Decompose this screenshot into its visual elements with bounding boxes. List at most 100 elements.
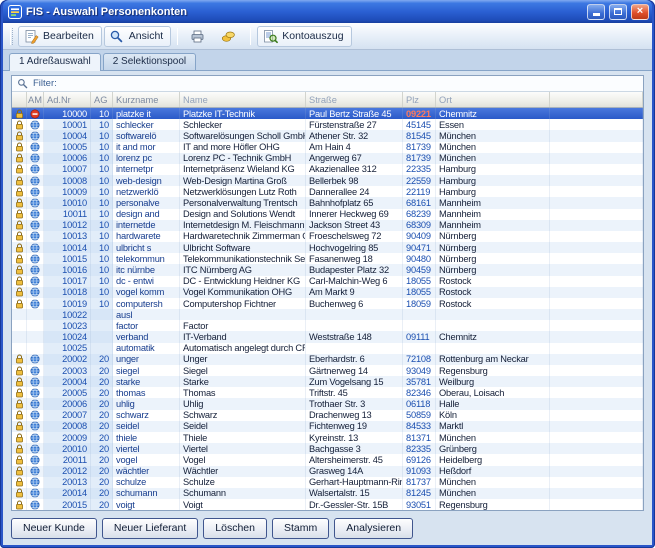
- cell-am: [27, 488, 44, 499]
- table-row[interactable]: 10012 10 internetde Internetdesign M. Fl…: [12, 220, 643, 231]
- globe-icon: [30, 120, 40, 130]
- lock-icon: [15, 142, 24, 152]
- cell-lock: [12, 231, 27, 242]
- kontoauszug-button[interactable]: Kontoauszug: [257, 26, 351, 47]
- column-header-adnr[interactable]: Ad.Nr: [44, 92, 91, 107]
- table-row[interactable]: 10015 10 telekommun Telekommunikationste…: [12, 253, 643, 264]
- table-row[interactable]: 10008 10 web-design Web-Design Martina G…: [12, 175, 643, 186]
- table-row[interactable]: 10013 10 hardwarete Hardwaretechnik Zimm…: [12, 231, 643, 242]
- table-row[interactable]: 10019 10 computersh Computershop Fichtne…: [12, 298, 643, 309]
- cell-ort: München: [436, 142, 550, 153]
- stamm-button[interactable]: Stamm: [272, 518, 329, 539]
- close-button[interactable]: ×: [631, 4, 649, 20]
- table-row[interactable]: 20010 20 viertel Viertel Bachgasse 3 823…: [12, 443, 643, 454]
- table-row[interactable]: 20002 20 unger Unger Eberhardstr. 6 7210…: [12, 354, 643, 365]
- cell-am: [27, 231, 44, 242]
- bearbeiten-button[interactable]: Bearbeiten: [18, 26, 102, 47]
- table-row[interactable]: 10000 10 platzke it Platzke IT-Technik P…: [12, 108, 643, 119]
- column-header-lock[interactable]: [12, 92, 27, 107]
- toolbar-grip[interactable]: [10, 28, 13, 45]
- table-row[interactable]: 10025 automatik Automatisch angelegt dur…: [12, 343, 643, 354]
- cell-kurzname: siegel: [113, 365, 180, 376]
- table-row[interactable]: 10022 ausl: [12, 309, 643, 320]
- table-row[interactable]: 20006 20 uhlig Uhlig Trothaer Str. 3 061…: [12, 398, 643, 409]
- cell-lock: [12, 119, 27, 130]
- table-row[interactable]: 20004 20 starke Starke Zum Vogelsang 15 …: [12, 376, 643, 387]
- minimize-button[interactable]: [587, 4, 605, 20]
- cell-am: [27, 119, 44, 130]
- table-row[interactable]: 10001 10 schlecker Schlecker Fürstenstra…: [12, 119, 643, 130]
- tab-adressauswahl[interactable]: 1 Adreßauswahl: [9, 53, 101, 71]
- table-row[interactable]: 10009 10 netzwerklö Netzwerklösungen Lut…: [12, 186, 643, 197]
- table-row[interactable]: 10007 10 internetpr Internetpräsenz Wiel…: [12, 164, 643, 175]
- table-row[interactable]: 10016 10 itc nürnbe ITC Nürnberg AG Buda…: [12, 264, 643, 275]
- cell-plz: 50859: [403, 410, 436, 421]
- table-row[interactable]: 20013 20 schulze Schulze Gerhart-Hauptma…: [12, 477, 643, 488]
- ansicht-button[interactable]: Ansicht: [104, 26, 171, 47]
- table-row[interactable]: 10011 10 design and Design and Solutions…: [12, 209, 643, 220]
- cell-lock: [12, 220, 27, 231]
- column-header-am[interactable]: AM: [27, 92, 44, 107]
- table-row[interactable]: 20012 20 wächtler Wächtler Grasweg 14A 9…: [12, 466, 643, 477]
- cell-plz: 69126: [403, 454, 436, 465]
- table-row[interactable]: 10018 10 vogel komm Vogel Kommunikation …: [12, 287, 643, 298]
- print-button[interactable]: [184, 26, 213, 47]
- lock-icon: [15, 299, 24, 309]
- table-row[interactable]: 20014 20 schumann Schumann Walsertalstr.…: [12, 488, 643, 499]
- tab-selektionspool[interactable]: 2 Selektionspool: [103, 53, 196, 70]
- cell-am: [27, 354, 44, 365]
- search-icon[interactable]: [17, 78, 28, 89]
- table-row[interactable]: 10023 factor Factor: [12, 320, 643, 331]
- analysieren-button[interactable]: Analysieren: [334, 518, 413, 539]
- table-row[interactable]: 20015 20 voigt Voigt Dr.-Gessler-Str. 15…: [12, 499, 643, 510]
- column-header-plz[interactable]: Plz: [403, 92, 436, 107]
- cell-lock: [12, 454, 27, 465]
- loeschen-button[interactable]: Löschen: [203, 518, 267, 539]
- footer-buttons: Neuer Kunde Neuer Lieferant Löschen Stam…: [11, 511, 644, 545]
- cell-name: Factor: [180, 320, 306, 331]
- cell-am: [27, 309, 44, 320]
- table-row[interactable]: 20007 20 schwarz Schwarz Drachenweg 13 5…: [12, 410, 643, 421]
- lock-icon: [15, 176, 24, 186]
- column-header-name[interactable]: Name: [180, 92, 306, 107]
- table-row[interactable]: 10004 10 softwarelö Softwarelösungen Sch…: [12, 130, 643, 141]
- column-header-ort[interactable]: Ort: [436, 92, 550, 107]
- table-row[interactable]: 20005 20 thomas Thomas Triftstr. 45 8234…: [12, 387, 643, 398]
- cell-adnr: 20009: [44, 432, 91, 443]
- cell-kurzname: wächtler: [113, 466, 180, 477]
- cell-am: [27, 209, 44, 220]
- cell-filler: [550, 387, 643, 398]
- cell-plz: 93049: [403, 365, 436, 376]
- table-row[interactable]: 10006 10 lorenz pc Lorenz PC - Technik G…: [12, 153, 643, 164]
- cell-name: Seidel: [180, 421, 306, 432]
- cell-name: DC - Entwicklung Heidner KG: [180, 276, 306, 287]
- column-header-kurzname[interactable]: Kurzname: [113, 92, 180, 107]
- table-row[interactable]: 20011 20 vogel Vogel Altersheimerstr. 45…: [12, 454, 643, 465]
- money-button[interactable]: [215, 26, 244, 47]
- globe-icon: [30, 377, 40, 387]
- cell-strasse: Athener Str. 32: [306, 130, 403, 141]
- app-icon: [8, 5, 22, 19]
- maximize-button[interactable]: [609, 4, 627, 20]
- table-row[interactable]: 20003 20 siegel Siegel Gärtnerweg 14 930…: [12, 365, 643, 376]
- globe-icon: [30, 287, 40, 297]
- table-row[interactable]: 10014 10 ulbricht s Ulbricht Software Ho…: [12, 242, 643, 253]
- globe-icon: [30, 153, 40, 163]
- cell-strasse: Altersheimerstr. 45: [306, 454, 403, 465]
- cell-am: [27, 499, 44, 510]
- neuer-lieferant-button[interactable]: Neuer Lieferant: [102, 518, 198, 539]
- table-row[interactable]: 10010 10 personalve Personalverwaltung T…: [12, 197, 643, 208]
- column-header-strasse[interactable]: Straße: [306, 92, 403, 107]
- table-row[interactable]: 20008 20 seidel Seidel Fichtenweg 19 845…: [12, 421, 643, 432]
- cell-plz: 91093: [403, 466, 436, 477]
- cell-kurzname: thiele: [113, 432, 180, 443]
- cell-adnr: 20012: [44, 466, 91, 477]
- cell-ag: [91, 331, 113, 342]
- filter-row[interactable]: Filter:: [12, 76, 643, 92]
- neuer-kunde-button[interactable]: Neuer Kunde: [11, 518, 97, 539]
- table-row[interactable]: 10024 verband IT-Verband Weststraße 148 …: [12, 331, 643, 342]
- table-row[interactable]: 10017 10 dc - entwi DC - Entwicklung Hei…: [12, 276, 643, 287]
- column-header-ag[interactable]: AG: [91, 92, 113, 107]
- table-row[interactable]: 10005 10 it and mor IT and more Höfler O…: [12, 142, 643, 153]
- table-row[interactable]: 20009 20 thiele Thiele Kyreinstr. 13 813…: [12, 432, 643, 443]
